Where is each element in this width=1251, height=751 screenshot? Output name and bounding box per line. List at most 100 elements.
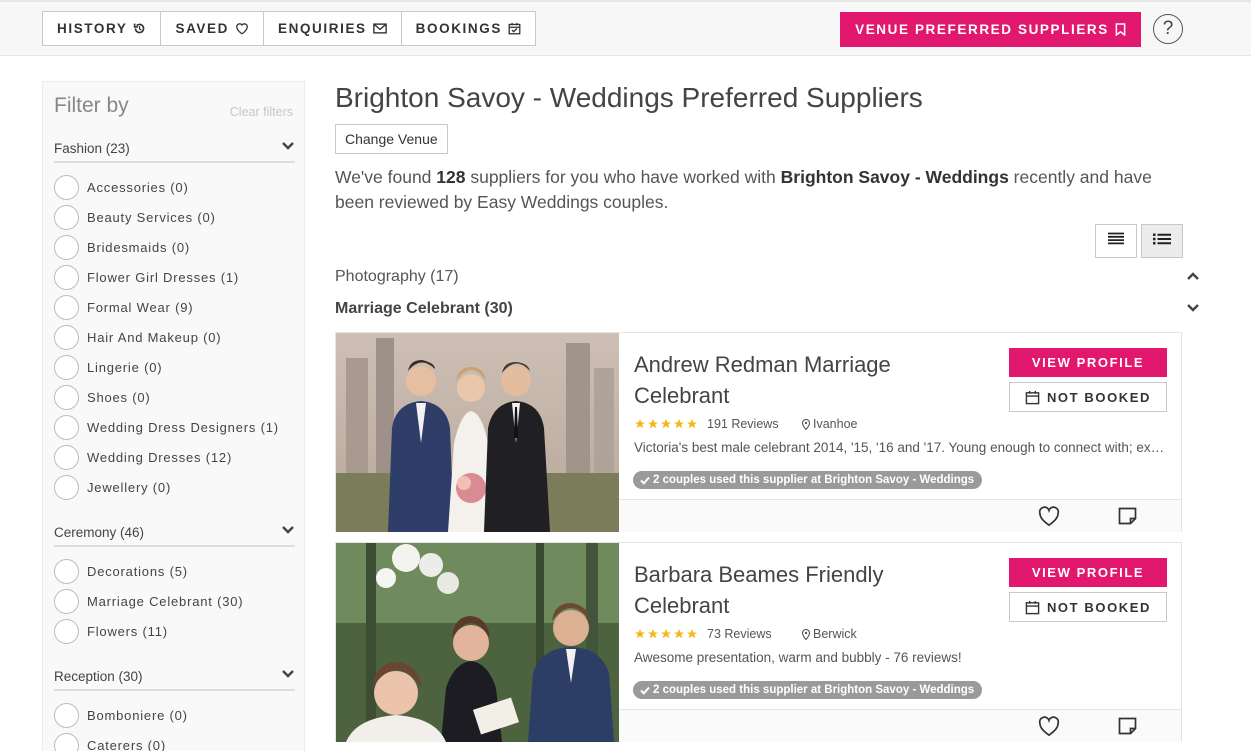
view-profile-button[interactable]: VIEW PROFILE bbox=[1009, 558, 1167, 587]
filter-option-wedding-dress-designers[interactable]: Wedding Dress Designers (1) bbox=[54, 414, 279, 440]
star-icon bbox=[648, 419, 658, 429]
save-heart-icon[interactable] bbox=[1037, 716, 1061, 737]
filter-option-flower-girl-dresses[interactable]: Flower Girl Dresses (1) bbox=[54, 264, 239, 290]
results-summary: We've found 128 suppliers for you who ha… bbox=[335, 165, 1195, 215]
filter-group-fashion[interactable]: Fashion (23) bbox=[54, 141, 295, 163]
chevron-down-icon bbox=[281, 669, 295, 683]
filter-option-decorations[interactable]: Decorations (5) bbox=[54, 558, 188, 584]
filter-radio[interactable] bbox=[54, 324, 79, 350]
note-icon[interactable] bbox=[1118, 717, 1137, 735]
filter-option-bridesmaids[interactable]: Bridesmaids (0) bbox=[54, 234, 190, 260]
map-pin-icon bbox=[802, 628, 810, 640]
filter-option-beauty-services[interactable]: Beauty Services (0) bbox=[54, 204, 216, 230]
compact-view-button[interactable] bbox=[1095, 224, 1137, 258]
filter-option-label: Marriage Celebrant (30) bbox=[87, 593, 244, 609]
filter-radio[interactable] bbox=[54, 702, 79, 728]
not-booked-label: NOT BOOKED bbox=[1046, 599, 1152, 615]
filter-option-label: Hair And Makeup (0) bbox=[87, 329, 222, 345]
filter-group-reception[interactable]: Reception (30) bbox=[54, 669, 295, 691]
filter-radio[interactable] bbox=[54, 444, 79, 470]
not-booked-label: NOT BOOKED bbox=[1046, 389, 1152, 405]
filter-option-shoes[interactable]: Shoes (0) bbox=[54, 384, 151, 410]
filter-option-flowers[interactable]: Flowers (11) bbox=[54, 618, 168, 644]
filter-radio[interactable] bbox=[54, 264, 79, 290]
filter-option-formal-wear[interactable]: Formal Wear (9) bbox=[54, 294, 193, 320]
filter-radio[interactable] bbox=[54, 384, 79, 410]
filter-option-label: Accessories (0) bbox=[87, 179, 189, 195]
filter-option-label: Bomboniere (0) bbox=[87, 707, 188, 723]
supplier-name[interactable]: Barbara Beames Friendly Celebrant bbox=[634, 559, 974, 621]
supplier-photo[interactable] bbox=[336, 543, 619, 742]
location-label: Berwick bbox=[813, 627, 857, 641]
bookmark-icon bbox=[1115, 23, 1126, 36]
saved-button[interactable]: SAVED bbox=[161, 12, 264, 45]
check-icon bbox=[640, 476, 650, 485]
filter-sidebar: Filter by Clear filters Fashion (23) Acc… bbox=[42, 81, 305, 751]
star-icon bbox=[674, 629, 684, 639]
filter-option-label: Caterers (0) bbox=[87, 737, 166, 751]
supplier-location: Berwick bbox=[802, 627, 857, 641]
supplier-photo[interactable] bbox=[336, 333, 619, 532]
clear-filters-link[interactable]: Clear filters bbox=[230, 105, 293, 119]
venue-preferred-suppliers-button[interactable]: VENUE PREFERRED SUPPLIERS bbox=[840, 12, 1141, 47]
star-rating bbox=[634, 628, 699, 640]
filter-radio[interactable] bbox=[54, 618, 79, 644]
filter-option-accessories[interactable]: Accessories (0) bbox=[54, 174, 189, 200]
filter-radio[interactable] bbox=[54, 558, 79, 584]
chevron-up-icon bbox=[1186, 268, 1200, 286]
filter-radio[interactable] bbox=[54, 732, 79, 751]
filter-group-ceremony[interactable]: Ceremony (46) bbox=[54, 525, 295, 547]
filter-option-marriage-celebrant[interactable]: Marriage Celebrant (30) bbox=[54, 588, 243, 614]
filter-option-bomboniere[interactable]: Bomboniere (0) bbox=[54, 702, 188, 728]
filter-radio[interactable] bbox=[54, 204, 79, 230]
filter-radio[interactable] bbox=[54, 294, 79, 320]
help-button[interactable]: ? bbox=[1153, 14, 1183, 44]
review-count[interactable]: 191 Reviews bbox=[707, 417, 802, 431]
filter-option-hair-and-makeup[interactable]: Hair And Makeup (0) bbox=[54, 324, 221, 350]
filter-option-label: Jewellery (0) bbox=[87, 479, 172, 495]
enquiries-button[interactable]: ENQUIRIES bbox=[264, 12, 402, 45]
calendar-check-icon bbox=[508, 22, 521, 35]
location-label: Ivanhoe bbox=[813, 417, 858, 431]
top-bar: HISTORY SAVED ENQUIRIES BOOKINGS VENUE P… bbox=[0, 0, 1251, 56]
user-nav: HISTORY SAVED ENQUIRIES BOOKINGS bbox=[42, 11, 536, 46]
not-booked-button[interactable]: NOT BOOKED bbox=[1009, 592, 1167, 622]
history-icon bbox=[133, 22, 146, 35]
save-heart-icon[interactable] bbox=[1037, 506, 1061, 527]
summary-count: 128 bbox=[436, 167, 466, 187]
category-marriage-celebrant[interactable]: Marriage Celebrant (30) bbox=[335, 300, 1200, 318]
history-label: HISTORY bbox=[57, 21, 128, 36]
filter-option-label: Wedding Dresses (12) bbox=[87, 449, 233, 465]
category-photography[interactable]: Photography (17) bbox=[335, 268, 1200, 286]
change-venue-button[interactable]: Change Venue bbox=[335, 124, 448, 154]
filter-option-label: Beauty Services (0) bbox=[87, 209, 216, 225]
filter-radio[interactable] bbox=[54, 174, 79, 200]
not-booked-button[interactable]: NOT BOOKED bbox=[1009, 382, 1167, 412]
supplier-name[interactable]: Andrew Redman Marriage Celebrant bbox=[634, 349, 974, 411]
enquiries-label: ENQUIRIES bbox=[277, 21, 367, 36]
note-icon[interactable] bbox=[1118, 507, 1137, 525]
filter-option-label: Bridesmaids (0) bbox=[87, 239, 191, 255]
filter-option-jewellery[interactable]: Jewellery (0) bbox=[54, 474, 171, 500]
filter-radio[interactable] bbox=[54, 414, 79, 440]
filter-option-lingerie[interactable]: Lingerie (0) bbox=[54, 354, 162, 380]
filter-radio[interactable] bbox=[54, 474, 79, 500]
filter-radio[interactable] bbox=[54, 354, 79, 380]
filter-option-wedding-dresses[interactable]: Wedding Dresses (12) bbox=[54, 444, 232, 470]
filter-title: Filter by bbox=[54, 94, 129, 117]
detailed-view-button[interactable] bbox=[1141, 224, 1183, 258]
filter-radio[interactable] bbox=[54, 234, 79, 260]
filter-option-caterers[interactable]: Caterers (0) bbox=[54, 732, 166, 751]
bookings-label: BOOKINGS bbox=[415, 21, 502, 36]
category-label: Photography (17) bbox=[335, 268, 459, 285]
envelope-icon bbox=[372, 23, 387, 34]
list-compact-icon bbox=[1108, 232, 1124, 250]
bookings-button[interactable]: BOOKINGS bbox=[402, 12, 535, 45]
venue-usage-badge: 2 couples used this supplier at Brighton… bbox=[633, 681, 983, 699]
filter-radio[interactable] bbox=[54, 588, 79, 614]
card-footer bbox=[619, 499, 1181, 532]
view-profile-button[interactable]: VIEW PROFILE bbox=[1009, 348, 1167, 377]
review-count[interactable]: 73 Reviews bbox=[707, 627, 802, 641]
saved-label: SAVED bbox=[175, 21, 229, 36]
history-button[interactable]: HISTORY bbox=[43, 12, 162, 45]
